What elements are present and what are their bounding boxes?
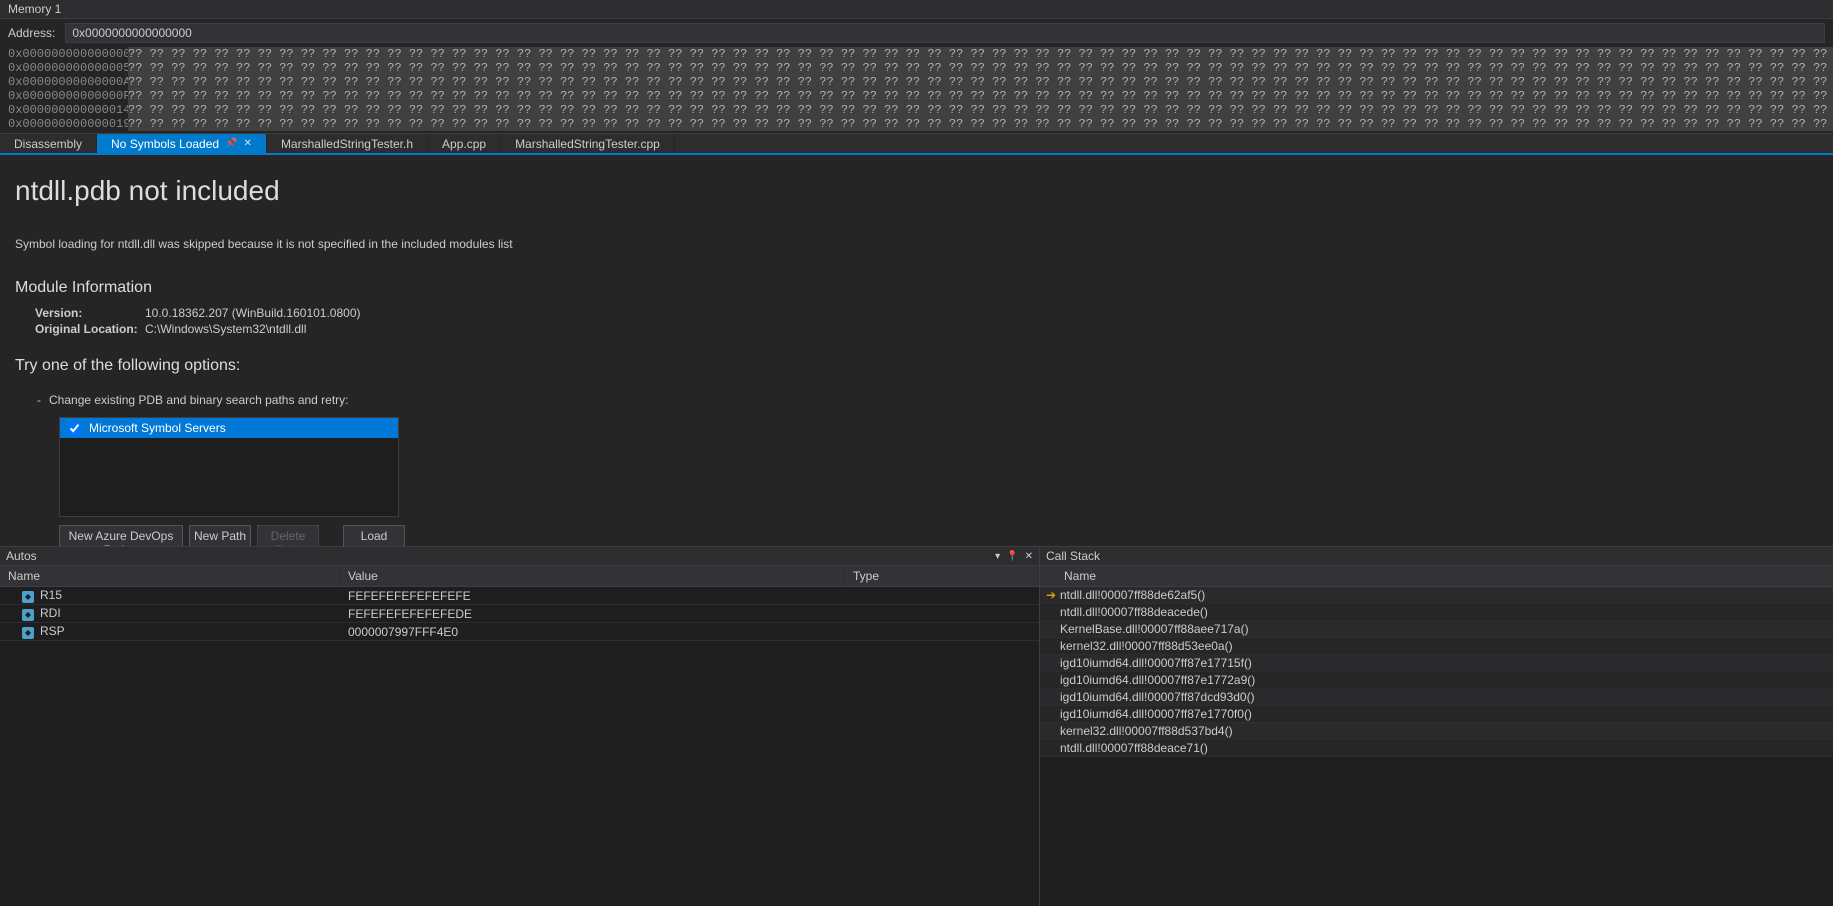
close-icon[interactable]: ✕ — [1025, 551, 1033, 562]
new-azure-devops-path-button[interactable]: New Azure DevOps Path... — [59, 525, 183, 546]
callstack-frame[interactable]: kernel32.dll!00007ff88d537bd4() — [1040, 723, 1833, 740]
memory-panel: Memory 1 Address: 0x0000000000000000?? ?… — [0, 0, 1833, 134]
frame-text: KernelBase.dll!00007ff88aee717a() — [1060, 622, 1827, 636]
callstack-frame[interactable]: igd10iumd64.dll!00007ff87e17715f() — [1040, 655, 1833, 672]
version-label: Version: — [35, 306, 145, 320]
callstack-frame[interactable]: igd10iumd64.dll!00007ff87dcd93d0() — [1040, 689, 1833, 706]
memory-row: 0x0000000000000190?? ?? ?? ?? ?? ?? ?? ?… — [8, 117, 1825, 131]
variable-name: RSP — [40, 624, 65, 638]
frame-text: ntdll.dll!00007ff88de62af5() — [1060, 588, 1827, 602]
original-location-label: Original Location: — [35, 322, 145, 336]
autos-panel-title: Autos — [6, 549, 37, 563]
variable-icon: ◆ — [22, 591, 34, 603]
memory-address: 0x00000000000000F0 — [8, 89, 128, 103]
callstack-grid: ➔ntdll.dll!00007ff88de62af5()ntdll.dll!0… — [1040, 587, 1833, 906]
memory-grid: 0x0000000000000000?? ?? ?? ?? ?? ?? ?? ?… — [0, 47, 1833, 133]
variable-name: R15 — [40, 588, 62, 602]
symbol-skip-reason: Symbol loading for ntdll.dll was skipped… — [15, 237, 1818, 251]
memory-bytes: ?? ?? ?? ?? ?? ?? ?? ?? ?? ?? ?? ?? ?? ?… — [128, 75, 1833, 89]
tab-marshalledstringtester-cpp[interactable]: MarshalledStringTester.cpp — [501, 134, 675, 153]
pin-icon[interactable]: 📍 — [1006, 551, 1018, 562]
frame-text: kernel32.dll!00007ff88d537bd4() — [1060, 724, 1827, 738]
frame-text: igd10iumd64.dll!00007ff87e17715f() — [1060, 656, 1827, 670]
callstack-col-name[interactable]: Name — [1040, 566, 1833, 586]
memory-address: 0x0000000000000140 — [8, 103, 128, 117]
callstack-panel-title: Call Stack — [1046, 549, 1100, 563]
module-location-row: Original Location: C:\Windows\System32\n… — [15, 321, 1818, 337]
memory-row: 0x00000000000000F0?? ?? ?? ?? ?? ?? ?? ?… — [8, 89, 1825, 103]
memory-panel-title: Memory 1 — [0, 0, 1833, 19]
autos-grid: ◆ R15 FEFEFEFEFEFEFEFE ◆ RDI FEFEFEFEFEFEFEDE… — [0, 587, 1039, 906]
variable-icon: ◆ — [22, 627, 34, 639]
new-path-button[interactable]: New Path — [189, 525, 251, 546]
current-frame-icon: ➔ — [1046, 588, 1060, 602]
autos-col-type[interactable]: Type — [845, 566, 1039, 586]
no-symbols-content: ntdll.pdb not included Symbol loading fo… — [0, 155, 1833, 546]
symbol-servers-list[interactable]: Microsoft Symbol Servers — [59, 417, 399, 517]
autos-col-name[interactable]: Name — [0, 566, 340, 586]
memory-bytes: ?? ?? ?? ?? ?? ?? ?? ?? ?? ?? ?? ?? ?? ?… — [128, 103, 1833, 117]
memory-address: 0x0000000000000000 — [8, 47, 128, 61]
memory-row: 0x0000000000000000?? ?? ?? ?? ?? ?? ?? ?… — [8, 47, 1825, 61]
autos-panel: Autos ▾ 📍 ✕ Name Value Type ◆ R15 FEFEFEFE… — [0, 547, 1040, 906]
tab-no-symbols-loaded[interactable]: No Symbols Loaded 📌 ✕ — [97, 134, 267, 153]
option-change-paths: -Change existing PDB and binary search p… — [37, 393, 1818, 407]
frame-text: igd10iumd64.dll!00007ff87e1770f0() — [1060, 707, 1827, 721]
memory-row: 0x00000000000000A0?? ?? ?? ?? ?? ?? ?? ?… — [8, 75, 1825, 89]
frame-text: ntdll.dll!00007ff88deace71() — [1060, 741, 1827, 755]
memory-address: 0x0000000000000050 — [8, 61, 128, 75]
module-information-header: Module Information — [15, 279, 1818, 297]
callstack-frame[interactable]: ➔ntdll.dll!00007ff88de62af5() — [1040, 587, 1833, 604]
close-icon[interactable]: ✕ — [244, 138, 252, 149]
memory-bytes: ?? ?? ?? ?? ?? ?? ?? ?? ?? ?? ?? ?? ?? ?… — [128, 117, 1833, 131]
variable-name: RDI — [40, 606, 61, 620]
original-location-value: C:\Windows\System32\ntdll.dll — [145, 322, 306, 336]
variable-icon: ◆ — [22, 609, 34, 621]
callstack-frame[interactable]: ntdll.dll!00007ff88deacede() — [1040, 604, 1833, 621]
delete-path-button: Delete Path — [257, 525, 319, 546]
memory-row: 0x0000000000000140?? ?? ?? ?? ?? ?? ?? ?… — [8, 103, 1825, 117]
page-title: ntdll.pdb not included — [15, 175, 1818, 207]
callstack-frame[interactable]: ntdll.dll!00007ff88deace71() — [1040, 740, 1833, 757]
memory-bytes: ?? ?? ?? ?? ?? ?? ?? ?? ?? ?? ?? ?? ?? ?… — [128, 61, 1833, 75]
tab-disassembly[interactable]: Disassembly — [0, 134, 97, 153]
frame-text: kernel32.dll!00007ff88d53ee0a() — [1060, 639, 1827, 653]
symbol-server-item[interactable]: Microsoft Symbol Servers — [60, 418, 398, 438]
options-header: Try one of the following options: — [15, 357, 1818, 375]
autos-col-value[interactable]: Value — [340, 566, 845, 586]
memory-bytes: ?? ?? ?? ?? ?? ?? ?? ?? ?? ?? ?? ?? ?? ?… — [128, 47, 1833, 61]
variable-value: 0000007997FFF4E0 — [340, 625, 845, 639]
autos-row[interactable]: ◆ RDI FEFEFEFEFEFEFEDE — [0, 605, 1039, 623]
callstack-frame[interactable]: igd10iumd64.dll!00007ff87e1772a9() — [1040, 672, 1833, 689]
memory-address: 0x00000000000000A0 — [8, 75, 128, 89]
memory-bytes: ?? ?? ?? ?? ?? ?? ?? ?? ?? ?? ?? ?? ?? ?… — [128, 89, 1833, 103]
symbol-server-label: Microsoft Symbol Servers — [89, 421, 226, 435]
variable-value: FEFEFEFEFEFEFEFE — [340, 589, 845, 603]
frame-text: ntdll.dll!00007ff88deacede() — [1060, 605, 1827, 619]
pin-icon[interactable]: 📌 — [225, 138, 237, 149]
version-value: 10.0.18362.207 (WinBuild.160101.0800) — [145, 306, 361, 320]
callstack-frame[interactable]: KernelBase.dll!00007ff88aee717a() — [1040, 621, 1833, 638]
address-input[interactable] — [65, 23, 1825, 43]
load-button[interactable]: Load — [343, 525, 405, 546]
callstack-frame[interactable]: igd10iumd64.dll!00007ff87e1770f0() — [1040, 706, 1833, 723]
address-label: Address: — [8, 26, 55, 40]
tab-marshalledstringtester-h[interactable]: MarshalledStringTester.h — [267, 134, 428, 153]
callstack-panel: Call Stack Name ➔ntdll.dll!00007ff88de62… — [1040, 547, 1833, 906]
autos-row[interactable]: ◆ RSP 0000007997FFF4E0 — [0, 623, 1039, 641]
autos-row[interactable]: ◆ R15 FEFEFEFEFEFEFEFE — [0, 587, 1039, 605]
dropdown-icon[interactable]: ▾ — [995, 551, 1000, 562]
memory-address: 0x0000000000000190 — [8, 117, 128, 131]
symbol-server-checkbox[interactable] — [68, 422, 81, 435]
module-version-row: Version: 10.0.18362.207 (WinBuild.160101… — [15, 305, 1818, 321]
frame-text: igd10iumd64.dll!00007ff87dcd93d0() — [1060, 690, 1827, 704]
variable-value: FEFEFEFEFEFEFEDE — [340, 607, 845, 621]
frame-text: igd10iumd64.dll!00007ff87e1772a9() — [1060, 673, 1827, 687]
tab-app-cpp[interactable]: App.cpp — [428, 134, 501, 153]
callstack-frame[interactable]: kernel32.dll!00007ff88d53ee0a() — [1040, 638, 1833, 655]
document-tab-strip: Disassembly No Symbols Loaded 📌 ✕ Marsha… — [0, 134, 1833, 155]
memory-row: 0x0000000000000050?? ?? ?? ?? ?? ?? ?? ?… — [8, 61, 1825, 75]
